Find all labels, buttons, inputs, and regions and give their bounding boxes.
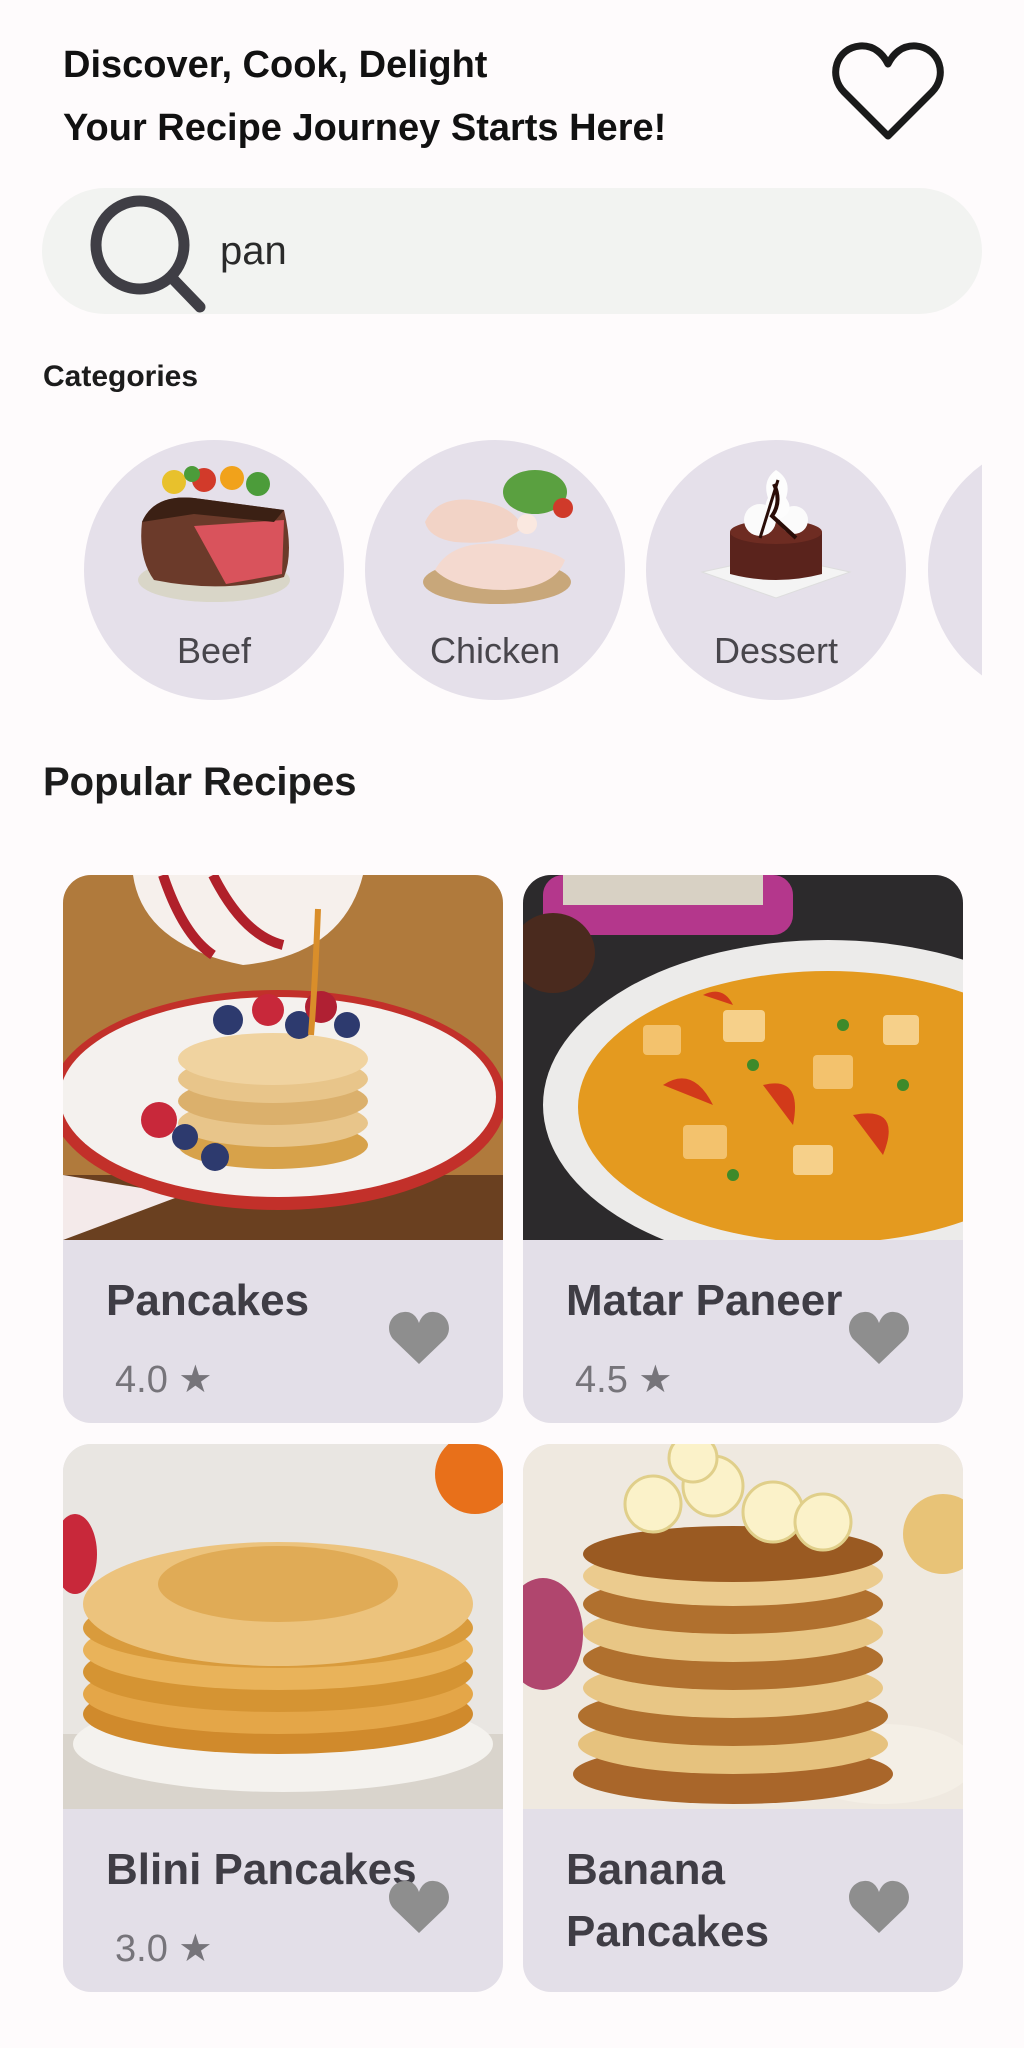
search-bar[interactable]	[42, 188, 982, 314]
recipe-card-pancakes[interactable]: Pancakes 4.0 ★	[63, 875, 503, 1423]
title-line-1: Discover, Cook, Delight	[63, 44, 488, 86]
categories-carousel[interactable]: Beef Chicken Dessert	[42, 440, 982, 700]
pancakes-image	[63, 875, 503, 1240]
category-beef[interactable]: Beef	[84, 440, 344, 700]
search-icon[interactable]	[82, 188, 212, 314]
matar-paneer-image	[523, 875, 963, 1240]
page-title: Discover, Cook, Delight Your Recipe Jour…	[63, 34, 666, 160]
chicken-image	[423, 470, 573, 604]
search-input[interactable]	[220, 218, 920, 284]
categories-label: Categories	[43, 360, 199, 393]
recipe-home-screen: Discover, Cook, Delight Your Recipe Jour…	[0, 0, 1024, 2048]
blini-pancakes-image	[63, 1444, 503, 1809]
category-label-dessert: Dessert	[713, 630, 839, 671]
popular-recipes-title: Popular Recipes	[43, 760, 357, 804]
category-chicken[interactable]: Chicken	[365, 440, 625, 700]
heart-icon[interactable]	[848, 1879, 910, 1935]
recipe-card-matar-paneer[interactable]: Matar Paneer 4.5 ★	[523, 875, 963, 1423]
title-line-2: Your Recipe Journey Starts Here!	[63, 107, 667, 149]
dessert-image	[700, 470, 852, 599]
heart-outline-icon[interactable]	[830, 40, 946, 144]
recipe-card-banana-pancakes[interactable]: Banana Pancakes	[523, 1444, 963, 1992]
category-dessert[interactable]: Dessert	[646, 440, 906, 700]
category-label-beef: Beef	[176, 630, 252, 671]
heart-icon[interactable]	[388, 1310, 450, 1366]
category-next[interactable]	[928, 440, 982, 700]
recipe-card-blini-pancakes[interactable]: Blini Pancakes 3.0 ★	[63, 1444, 503, 1992]
heart-icon[interactable]	[848, 1310, 910, 1366]
recipe-rating: 3.0 ★	[115, 1928, 213, 1970]
heart-icon[interactable]	[388, 1879, 450, 1935]
beef-image	[138, 466, 290, 602]
recipe-rating: 4.0 ★	[115, 1359, 213, 1401]
recipe-rating: 4.5 ★	[575, 1359, 673, 1401]
banana-pancakes-image	[523, 1444, 963, 1809]
category-label-chicken: Chicken	[429, 630, 561, 671]
